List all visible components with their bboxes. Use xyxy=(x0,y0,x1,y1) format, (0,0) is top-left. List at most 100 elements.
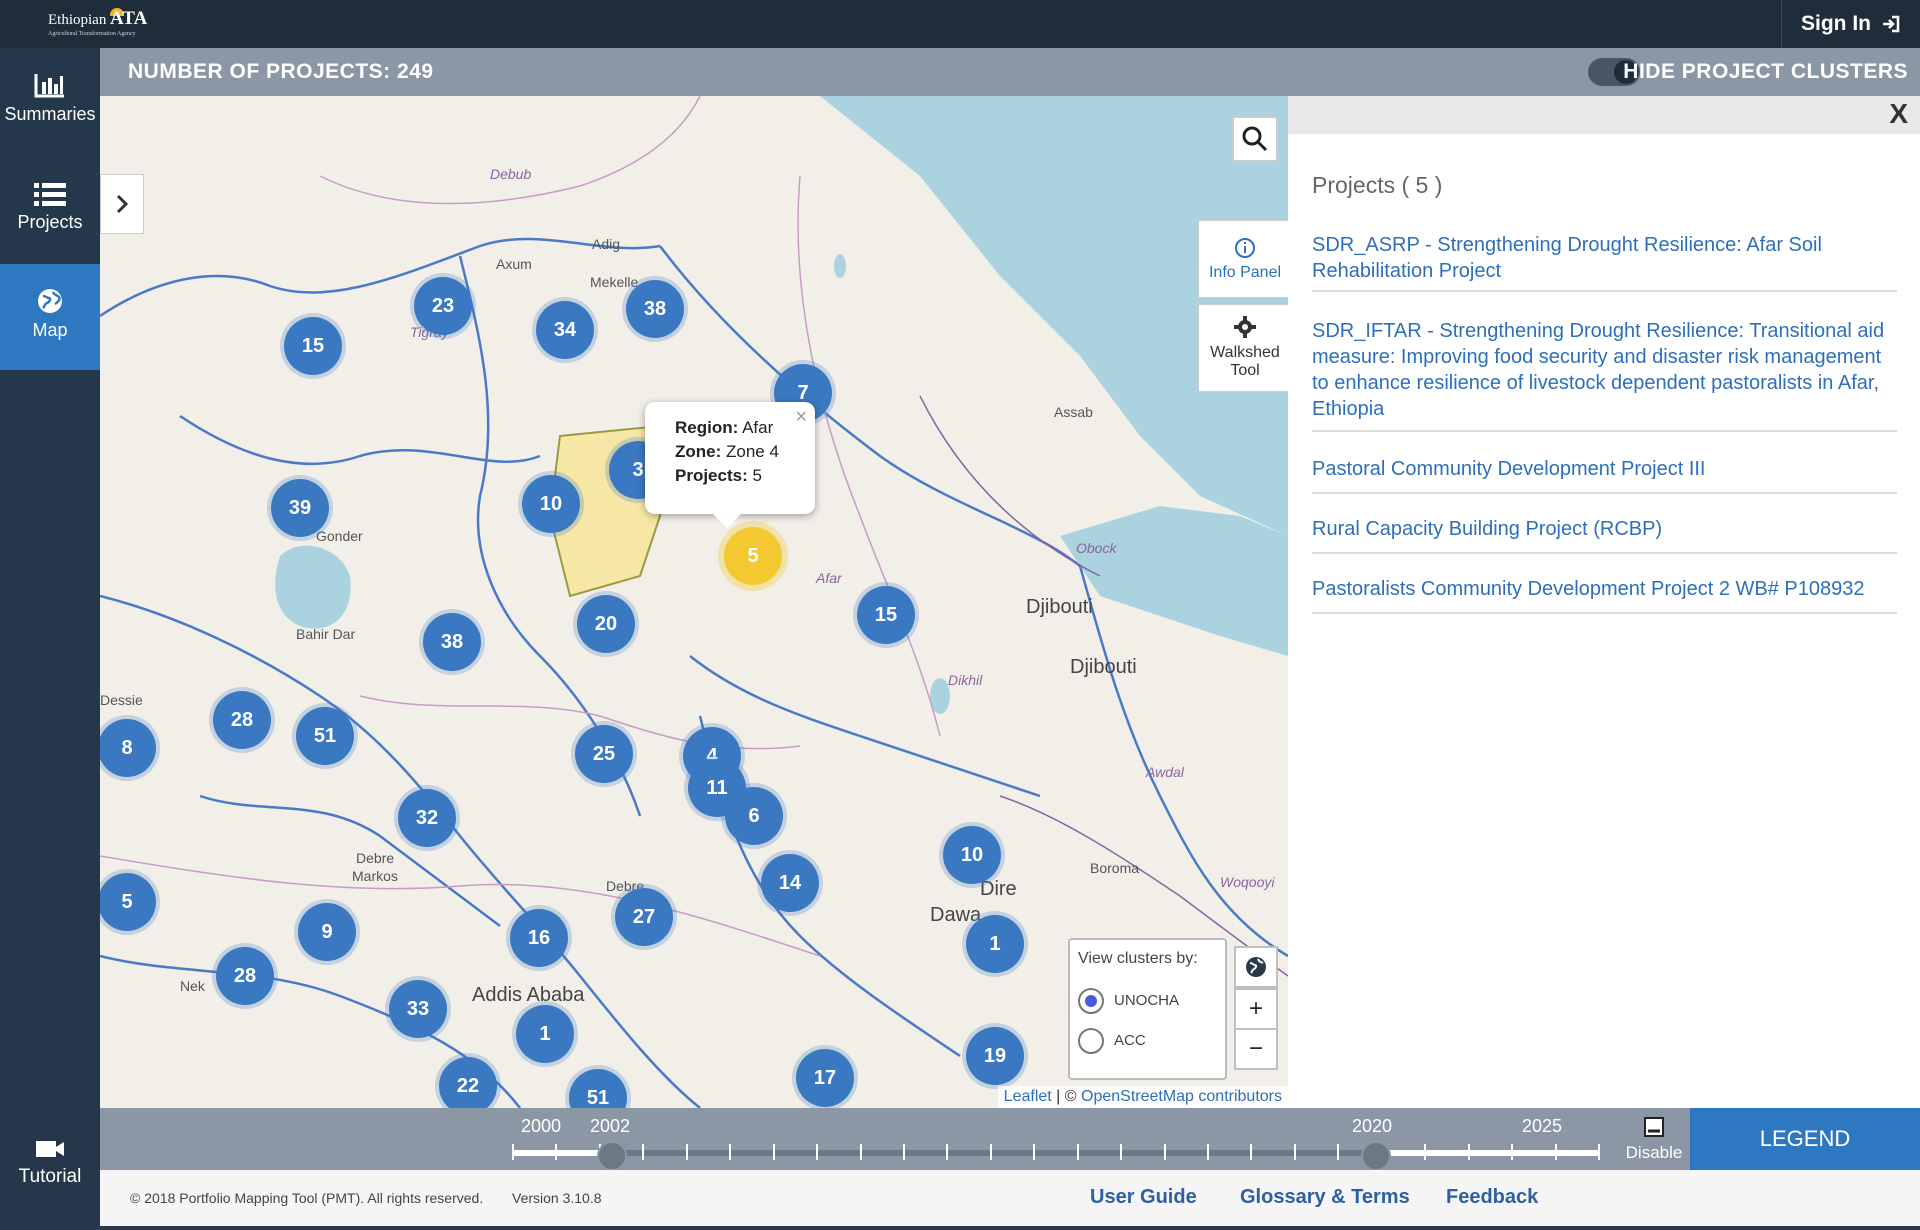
project-link[interactable]: SDR_IFTAR - Strengthening Drought Resili… xyxy=(1312,318,1897,422)
selected-cluster[interactable]: 5 xyxy=(724,527,782,585)
map-cluster[interactable]: 6 xyxy=(725,787,783,845)
footer: © 2018 Portfolio Mapping Tool (PMT). All… xyxy=(100,1170,1920,1226)
walkshed-tool-button[interactable]: Walkshed Tool xyxy=(1198,304,1288,392)
map-cluster[interactable]: 1 xyxy=(516,1005,574,1063)
timeline-end-handle[interactable] xyxy=(1361,1141,1391,1171)
user-guide-link[interactable]: User Guide xyxy=(1090,1186,1197,1209)
cluster-by-title: View clusters by: xyxy=(1078,950,1198,967)
popup-close-icon[interactable]: × xyxy=(795,406,807,429)
map-label-markos: Markos xyxy=(352,868,398,884)
map-cluster[interactable]: 22 xyxy=(439,1057,497,1108)
disable-timeline-toggle[interactable]: Disable xyxy=(1624,1116,1684,1163)
divider xyxy=(1312,492,1897,494)
divider xyxy=(1312,290,1897,292)
timeline-tick xyxy=(772,1144,775,1160)
map-cluster[interactable]: 38 xyxy=(626,280,684,338)
info-panel-button[interactable]: Info Panel xyxy=(1198,220,1288,298)
divider xyxy=(1312,552,1897,554)
timeline-tick xyxy=(1511,1144,1514,1160)
map-cluster[interactable]: 25 xyxy=(575,725,633,783)
list-icon xyxy=(34,183,66,206)
map-cluster[interactable]: 27 xyxy=(615,888,673,946)
map-label-djibouti-city: Djibouti xyxy=(1070,656,1137,678)
region-popup: × Region: Afar Zone: Zone 4 Projects: 5 xyxy=(645,402,815,529)
map-cluster[interactable]: 14 xyxy=(761,854,819,912)
map-cluster[interactable]: 32 xyxy=(398,789,456,847)
map-cluster[interactable]: 16 xyxy=(510,909,568,967)
map-label-woqooyi: Woqooyi xyxy=(1220,874,1275,890)
popup-region: Region: Afar xyxy=(675,418,774,437)
expand-panel-button[interactable] xyxy=(100,174,144,234)
status-bar: NUMBER OF PROJECTS: 249 HIDE PROJECT CLU… xyxy=(100,48,1920,96)
timeline-tick xyxy=(1163,1144,1166,1160)
tutorial-button[interactable]: Tutorial xyxy=(0,1138,100,1188)
radio-acc[interactable] xyxy=(1078,1028,1104,1054)
timeline-tick xyxy=(1033,1144,1036,1160)
map-cluster[interactable]: 1 xyxy=(966,915,1024,973)
panel-close-button[interactable]: X xyxy=(1889,98,1908,130)
timeline-fill-right xyxy=(1374,1150,1598,1156)
map-cluster[interactable]: 20 xyxy=(577,595,635,653)
map-cluster[interactable]: 15 xyxy=(284,317,342,375)
timeline-start-handle[interactable] xyxy=(597,1141,627,1171)
feedback-link[interactable]: Feedback xyxy=(1446,1186,1538,1209)
copyright: © 2018 Portfolio Mapping Tool (PMT). All… xyxy=(130,1190,484,1206)
map-cluster[interactable]: 5 xyxy=(100,873,156,931)
map-cluster[interactable]: 23 xyxy=(414,277,472,335)
map-cluster[interactable]: 19 xyxy=(966,1027,1024,1085)
project-link[interactable]: Rural Capacity Building Project (RCBP) xyxy=(1312,516,1897,542)
map-label-assab: Assab xyxy=(1054,404,1093,420)
projects-panel: X Projects ( 5 ) SDR_ASRP - Strengthenin… xyxy=(1288,96,1920,1108)
map-label-addis-ababa: Addis Ababa xyxy=(472,984,585,1006)
timeline-fill-left xyxy=(512,1150,610,1156)
sidebar-item-summaries[interactable]: Summaries xyxy=(0,72,100,125)
timeline-tick xyxy=(1250,1144,1253,1160)
basemap-button[interactable] xyxy=(1234,946,1278,988)
map-canvas[interactable]: Debub Adig Axum Mekelle Gonder Bahir Dar… xyxy=(100,96,1288,1108)
map-cluster[interactable]: 51 xyxy=(296,707,354,765)
timeline-tick xyxy=(1293,1144,1296,1160)
radio-unocha[interactable] xyxy=(1078,988,1104,1014)
project-link[interactable]: Pastoral Community Development Project I… xyxy=(1312,456,1897,482)
legend-button[interactable]: LEGEND xyxy=(1690,1108,1920,1170)
timeline-label-2000: 2000 xyxy=(521,1116,562,1136)
zoom-out-button[interactable]: − xyxy=(1234,1028,1278,1070)
map-cluster[interactable]: 38 xyxy=(423,613,481,671)
timeline-tick xyxy=(1554,1144,1557,1160)
search-button[interactable] xyxy=(1232,116,1278,162)
map-label-dire: Dire xyxy=(980,878,1017,900)
timeline-tick xyxy=(1120,1144,1123,1160)
map-label-gonder: Gonder xyxy=(316,528,363,544)
glossary-link[interactable]: Glossary & Terms xyxy=(1240,1186,1410,1209)
info-icon xyxy=(1235,238,1255,258)
radio-acc-label: ACC xyxy=(1114,1032,1146,1049)
panel-header: X xyxy=(1288,96,1920,134)
map-cluster[interactable]: 17 xyxy=(796,1049,854,1107)
sign-in-button[interactable]: Sign In xyxy=(1781,0,1920,48)
osm-link[interactable]: OpenStreetMap contributors xyxy=(1081,1088,1282,1105)
panel-title: Projects ( 5 ) xyxy=(1312,172,1443,198)
map-cluster[interactable]: 10 xyxy=(522,475,580,533)
sidebar-item-projects[interactable]: Projects xyxy=(0,182,100,233)
map-cluster[interactable]: 39 xyxy=(271,479,329,537)
map-cluster[interactable]: 15 xyxy=(857,586,915,644)
map-cluster[interactable]: 9 xyxy=(298,903,356,961)
timeline-tick xyxy=(555,1144,558,1160)
timeline-tick xyxy=(1207,1144,1210,1160)
project-link[interactable]: Pastoralists Community Development Proje… xyxy=(1312,576,1897,602)
map-label-dessie: Dessie xyxy=(100,692,143,708)
zoom-in-button[interactable]: + xyxy=(1234,988,1278,1030)
map-cluster[interactable]: 28 xyxy=(216,947,274,1005)
map-cluster[interactable]: 8 xyxy=(100,719,156,777)
map-cluster[interactable]: 10 xyxy=(943,826,1001,884)
map-label-boroma: Boroma xyxy=(1090,860,1140,876)
project-link[interactable]: SDR_ASRP - Strengthening Drought Resilie… xyxy=(1312,232,1897,284)
sidebar-item-map[interactable]: Map xyxy=(0,264,100,370)
timeline-label-2020: 2020 xyxy=(1352,1116,1393,1136)
map-cluster[interactable]: 34 xyxy=(536,301,594,359)
timeline-tick xyxy=(1467,1144,1470,1160)
map-cluster[interactable]: 28 xyxy=(213,691,271,749)
map-cluster[interactable]: 33 xyxy=(389,980,447,1038)
map-label-awdal: Awdal xyxy=(1146,764,1184,780)
leaflet-link[interactable]: Leaflet xyxy=(1004,1088,1052,1105)
